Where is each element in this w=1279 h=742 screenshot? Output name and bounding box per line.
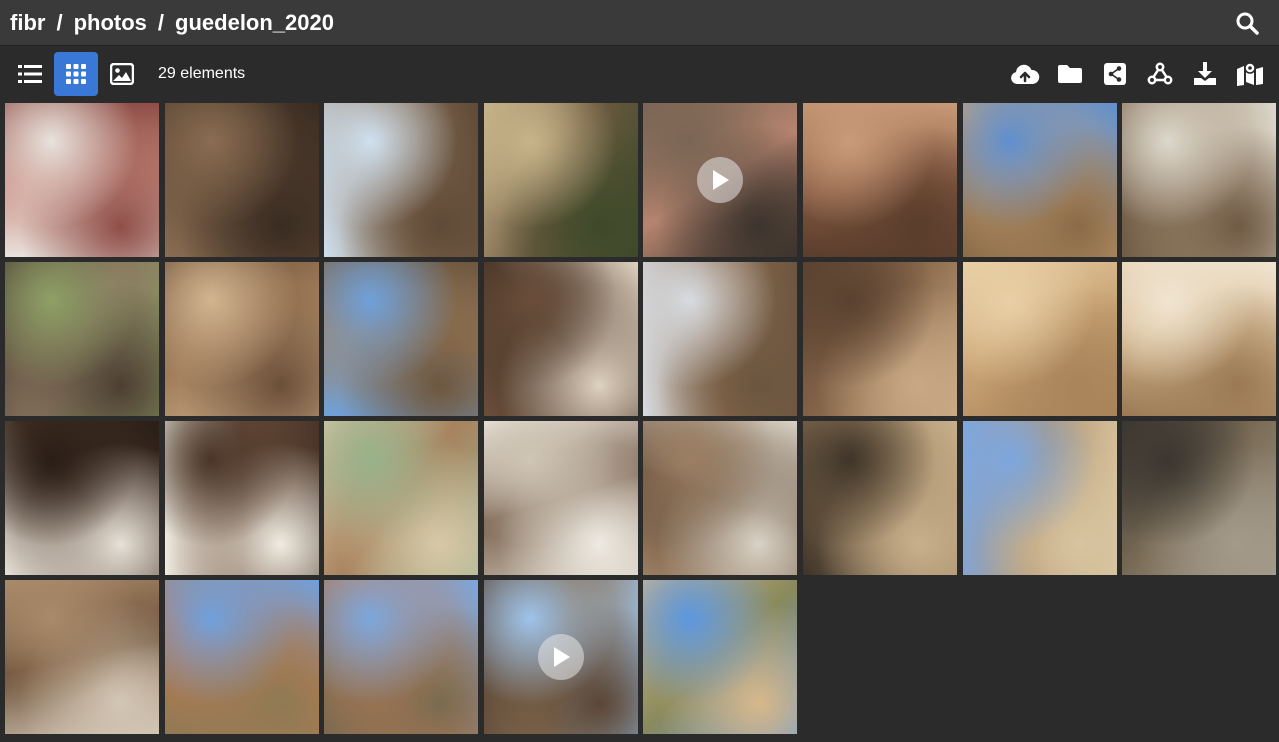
photo-thumbnail[interactable] <box>164 421 319 575</box>
new-folder-button[interactable] <box>1048 52 1091 96</box>
download-icon <box>1193 62 1216 85</box>
photo-thumbnail[interactable] <box>643 421 798 575</box>
photo-thumbnail[interactable] <box>1122 421 1277 575</box>
photo-thumbnail[interactable] <box>164 103 319 257</box>
breadcrumb-separator: / <box>56 9 63 35</box>
search-icon <box>1236 12 1259 35</box>
search-button[interactable] <box>1225 1 1269 45</box>
photo-thumbnail[interactable] <box>5 103 159 257</box>
photo-thumbnail[interactable] <box>324 262 479 416</box>
photo-thumbnail[interactable] <box>962 103 1117 257</box>
photo-thumbnail[interactable] <box>802 421 957 575</box>
webhook-button[interactable] <box>1138 52 1181 96</box>
header-bar: fibr / photos / guedelon_2020 <box>0 0 1279 46</box>
grid-view-button[interactable] <box>54 52 98 96</box>
photo-thumbnail[interactable] <box>324 103 479 257</box>
image-view-icon <box>110 63 134 85</box>
list-view-button[interactable] <box>8 52 52 96</box>
list-view-icon <box>18 65 42 83</box>
grid-view-icon <box>66 64 86 84</box>
photo-thumbnail[interactable] <box>483 580 638 734</box>
photo-thumbnail[interactable] <box>5 580 159 734</box>
photo-thumbnail[interactable] <box>802 262 957 416</box>
photo-thumbnail[interactable] <box>5 262 159 416</box>
photo-thumbnail[interactable] <box>164 580 319 734</box>
play-icon[interactable] <box>537 634 584 680</box>
map-icon <box>1236 62 1263 86</box>
photo-grid <box>5 103 1277 734</box>
toolbar: 29 elements <box>0 46 1279 102</box>
breadcrumb: fibr / photos / guedelon_2020 <box>10 10 334 36</box>
folder-icon <box>1057 65 1082 83</box>
photo-thumbnail[interactable] <box>483 103 638 257</box>
photo-thumbnail[interactable] <box>643 103 798 257</box>
element-count: 29 elements <box>158 65 246 82</box>
photo-thumbnail[interactable] <box>962 421 1117 575</box>
photo-thumbnail[interactable] <box>483 421 638 575</box>
photo-thumbnail[interactable] <box>643 262 798 416</box>
photo-thumbnail[interactable] <box>1122 262 1277 416</box>
photo-thumbnail[interactable] <box>643 580 798 734</box>
photo-thumbnail[interactable] <box>1122 103 1277 257</box>
download-button[interactable] <box>1183 52 1226 96</box>
photo-thumbnail[interactable] <box>802 103 957 257</box>
breadcrumb-current: guedelon_2020 <box>175 9 334 35</box>
breadcrumb-fibr[interactable]: fibr <box>10 10 45 36</box>
photo-thumbnail[interactable] <box>962 262 1117 416</box>
share-button[interactable] <box>1093 52 1136 96</box>
photo-thumbnail[interactable] <box>483 262 638 416</box>
webhook-icon <box>1147 62 1172 85</box>
breadcrumb-separator: / <box>157 9 165 35</box>
photo-thumbnail[interactable] <box>324 580 479 734</box>
upload-button[interactable] <box>1003 52 1046 96</box>
map-button[interactable] <box>1228 52 1271 96</box>
breadcrumb-photos[interactable]: photos <box>74 10 147 36</box>
photo-thumbnail[interactable] <box>5 421 159 575</box>
share-icon <box>1103 63 1126 85</box>
photo-thumbnail[interactable] <box>164 262 319 416</box>
play-icon[interactable] <box>697 157 744 203</box>
image-view-button[interactable] <box>100 52 144 96</box>
upload-icon <box>1010 64 1039 84</box>
photo-thumbnail[interactable] <box>324 421 479 575</box>
